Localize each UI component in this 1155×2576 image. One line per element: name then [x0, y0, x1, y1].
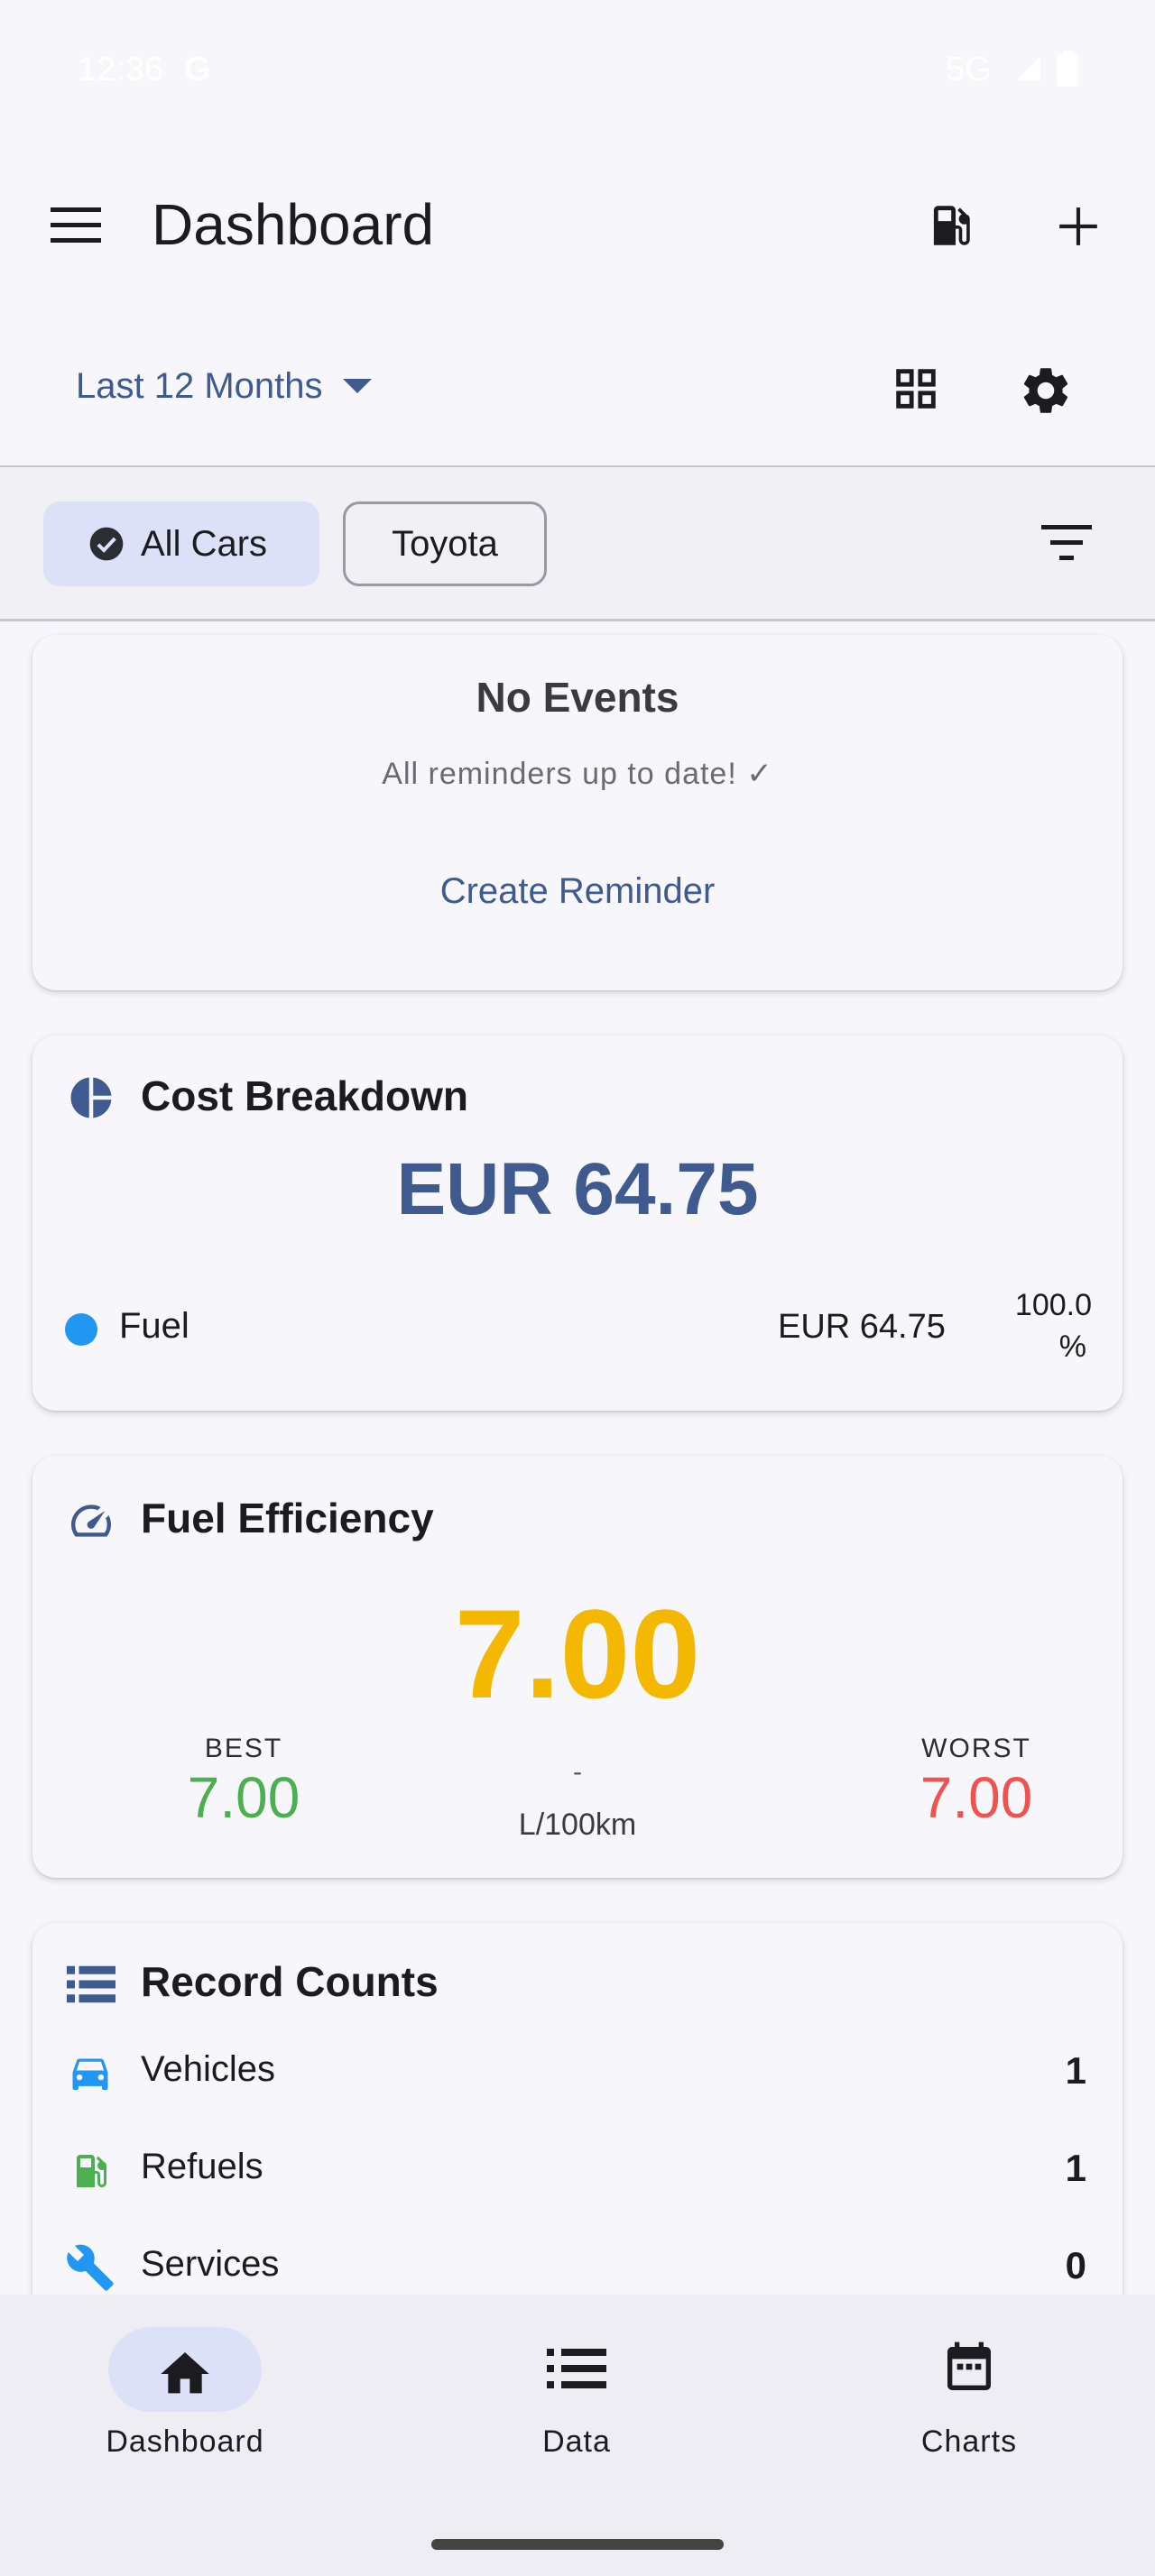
calendar-icon: [947, 2341, 991, 2390]
divider-filters: [0, 619, 1155, 621]
add-icon[interactable]: [1056, 204, 1101, 249]
fuel-efficiency-card: Fuel Efficiency 7.00 BEST 7.00 - L/100km…: [32, 1456, 1123, 1878]
grid-view-icon[interactable]: [890, 363, 942, 415]
efficiency-average: 7.00: [454, 1583, 701, 1725]
signal-icon: [1016, 56, 1041, 81]
period-selector[interactable]: Last 12 Months: [76, 366, 372, 407]
fuel-efficiency-title: Fuel Efficiency: [141, 1495, 434, 1541]
pie-chart-icon: [70, 1077, 112, 1118]
speedometer-icon: [71, 1504, 111, 1537]
chip-toyota-label: Toyota: [392, 523, 498, 564]
status-time: 12:36: [78, 51, 164, 88]
record-row-count: 1: [1065, 2049, 1086, 2092]
chip-all-cars[interactable]: All Cars: [43, 501, 319, 586]
cost-row-amount: EUR 64.75: [778, 1308, 946, 1346]
cost-total: EUR 64.75: [396, 1148, 759, 1230]
status-network: 5G: [946, 51, 992, 88]
add-refuel-icon[interactable]: [924, 198, 976, 253]
record-row-count: 0: [1065, 2244, 1086, 2286]
record-counts-title: Record Counts: [141, 1958, 439, 2005]
home-indicator: [431, 2539, 724, 2550]
record-row-label: Vehicles: [141, 2049, 275, 2089]
cost-row-label: Fuel: [119, 1306, 189, 1346]
worst-value: 7.00: [919, 1765, 1033, 1830]
events-subtitle: All reminders up to date! ✓: [382, 757, 773, 791]
fuel-legend-dot: [65, 1313, 97, 1346]
nav-label-charts: Charts: [920, 2424, 1018, 2459]
filter-icon[interactable]: [1041, 525, 1092, 561]
worst-label: WORST: [921, 1734, 1031, 1763]
dropdown-arrow-icon: [342, 378, 372, 393]
nav-label-data: Data: [542, 2424, 611, 2459]
home-icon: [161, 2352, 209, 2394]
chip-toyota[interactable]: Toyota: [343, 501, 547, 586]
fuel-pump-icon: [77, 2155, 106, 2187]
chip-all-cars-label: All Cars: [141, 523, 268, 564]
battery-icon: [1057, 51, 1078, 87]
create-reminder-button[interactable]: Create Reminder: [32, 871, 1123, 912]
period-label: Last 12 Months: [76, 366, 323, 406]
records-list-icon: [67, 1965, 116, 2003]
record-row-count: 1: [1065, 2147, 1086, 2189]
cost-row-percent: 100.0: [1014, 1288, 1092, 1322]
settings-gear-icon[interactable]: [1018, 363, 1074, 419]
car-icon: [72, 2058, 108, 2091]
record-row-label: Refuels: [141, 2147, 263, 2186]
page-title: Dashboard: [152, 192, 435, 257]
cost-breakdown-title: Cost Breakdown: [141, 1072, 468, 1119]
events-card: No Events All reminders up to date! ✓ Cr…: [32, 635, 1123, 990]
events-title: No Events: [476, 674, 679, 721]
status-bar: 12:36 G 5G: [0, 0, 1155, 144]
wrench-icon: [67, 2244, 114, 2291]
status-carrier-icon: G: [184, 51, 211, 88]
list-icon: [547, 2349, 606, 2388]
record-row-label: Services: [141, 2244, 280, 2284]
cost-row-percent-sign: %: [1058, 1329, 1086, 1364]
menu-icon[interactable]: [51, 207, 101, 244]
cost-breakdown-card: Cost Breakdown EUR 64.75 Fuel EUR 64.75 …: [32, 1035, 1123, 1411]
check-circle-icon: [89, 527, 124, 561]
nav-label-dashboard: Dashboard: [106, 2424, 264, 2459]
